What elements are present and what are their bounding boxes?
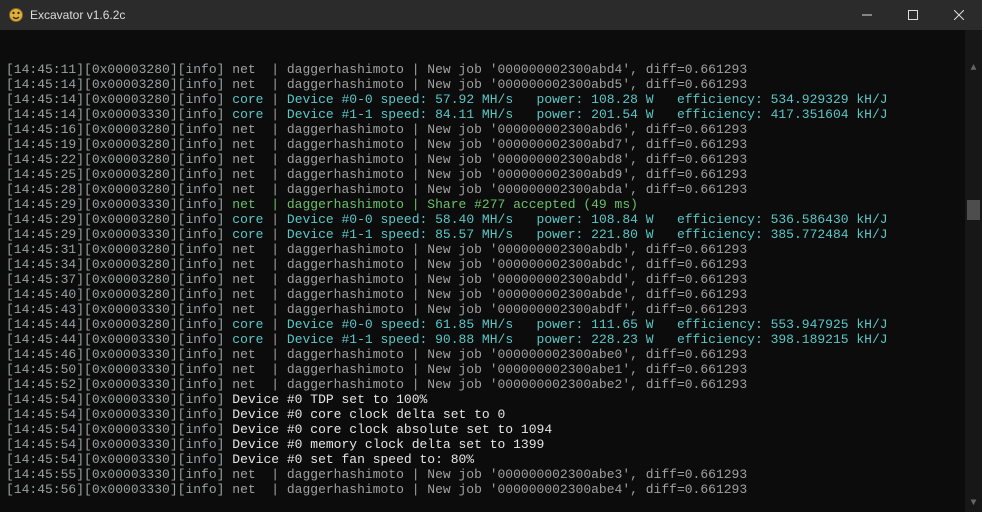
log-line: [14:45:54][0x00003330][info] Device #0 T… [6, 392, 982, 407]
log-line: [14:45:54][0x00003330][info] Device #0 m… [6, 437, 982, 452]
scroll-down-icon[interactable]: ▼ [965, 495, 982, 512]
minimize-button[interactable] [844, 0, 890, 30]
log-line: [14:45:14][0x00003280][info] net | dagge… [6, 77, 982, 92]
log-line: [14:45:29][0x00003280][info] core | Devi… [6, 212, 982, 227]
log-line: [14:45:44][0x00003330][info] core | Devi… [6, 332, 982, 347]
log-line: [14:45:16][0x00003280][info] net | dagge… [6, 122, 982, 137]
scroll-up-icon[interactable]: ▲ [965, 60, 982, 77]
log-line: [14:45:54][0x00003330][info] Device #0 c… [6, 407, 982, 422]
log-line: [14:45:34][0x00003280][info] net | dagge… [6, 257, 982, 272]
close-button[interactable] [936, 0, 982, 30]
log-line: [14:45:29][0x00003330][info] net | dagge… [6, 197, 982, 212]
log-line: [14:45:22][0x00003280][info] net | dagge… [6, 152, 982, 167]
log-line: [14:45:54][0x00003330][info] Device #0 s… [6, 452, 982, 467]
log-line: [14:45:46][0x00003330][info] net | dagge… [6, 347, 982, 362]
log-line: [14:45:50][0x00003330][info] net | dagge… [6, 362, 982, 377]
log-line: [14:45:55][0x00003330][info] net | dagge… [6, 467, 982, 482]
log-line: [14:45:31][0x00003280][info] net | dagge… [6, 242, 982, 257]
scroll-thumb[interactable] [967, 200, 980, 220]
log-line: [14:45:54][0x00003330][info] Device #0 c… [6, 422, 982, 437]
log-line: [14:45:14][0x00003330][info] core | Devi… [6, 107, 982, 122]
titlebar[interactable]: Excavator v1.6.2c [0, 0, 982, 30]
log-line: [14:45:28][0x00003280][info] net | dagge… [6, 182, 982, 197]
log-line: [14:45:43][0x00003330][info] net | dagge… [6, 302, 982, 317]
window-title: Excavator v1.6.2c [30, 8, 125, 23]
log-line: [14:45:37][0x00003280][info] net | dagge… [6, 272, 982, 287]
log-line: [14:45:29][0x00003330][info] core | Devi… [6, 227, 982, 242]
log-line: [14:45:14][0x00003280][info] core | Devi… [6, 92, 982, 107]
scrollbar[interactable]: ▲ ▼ [965, 30, 982, 512]
log-line: [14:45:25][0x00003280][info] net | dagge… [6, 167, 982, 182]
log-line: [14:45:56][0x00003330][info] net | dagge… [6, 482, 982, 497]
log-container: [14:45:11][0x00003280][info] net | dagge… [6, 62, 982, 497]
log-line: [14:45:11][0x00003280][info] net | dagge… [6, 62, 982, 77]
console-output[interactable]: [14:45:11][0x00003280][info] net | dagge… [0, 30, 982, 512]
log-line: [14:45:44][0x00003280][info] core | Devi… [6, 317, 982, 332]
log-line: [14:45:40][0x00003280][info] net | dagge… [6, 287, 982, 302]
log-line: [14:45:52][0x00003330][info] net | dagge… [6, 377, 982, 392]
app-icon [8, 7, 24, 23]
log-line: [14:45:19][0x00003280][info] net | dagge… [6, 137, 982, 152]
maximize-button[interactable] [890, 0, 936, 30]
